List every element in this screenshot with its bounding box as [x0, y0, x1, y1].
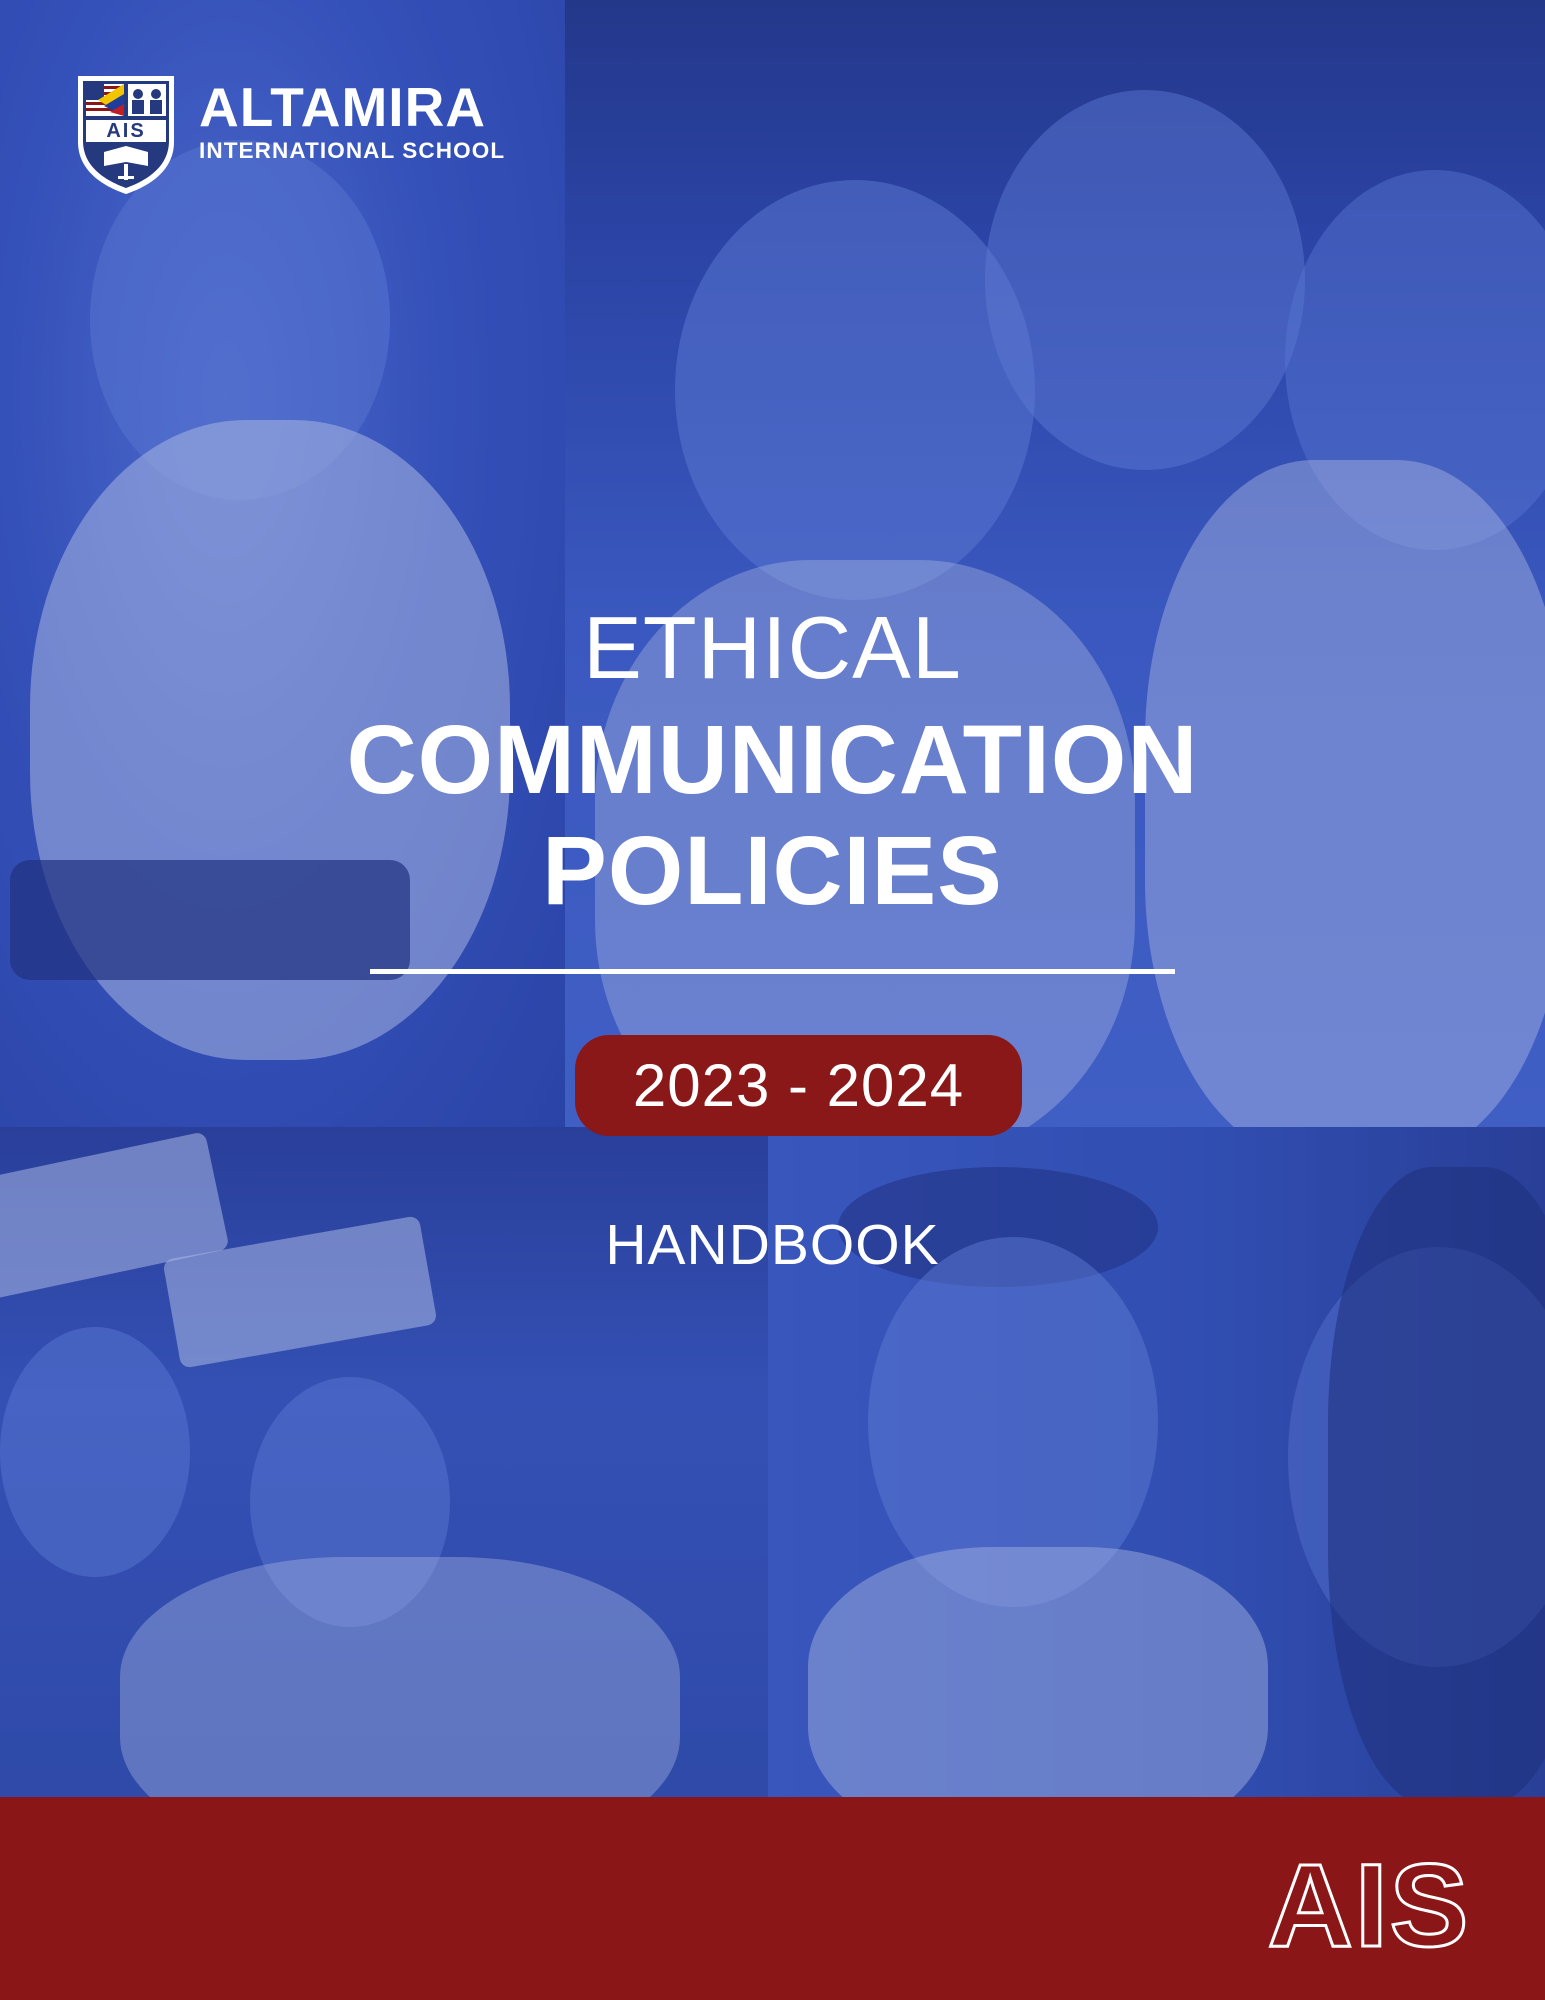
school-logo: AIS ALTAMIRA INTERNATIONAL SCHOOL — [74, 72, 544, 197]
ais-outline-logo: AIS — [1266, 1848, 1471, 1958]
school-year-badge: 2023 - 2024 — [575, 1035, 1022, 1136]
shield-letters: AIS — [106, 120, 146, 142]
school-subtitle: INTERNATIONAL SCHOOL — [199, 138, 506, 163]
school-name: ALTAMIRA — [199, 76, 487, 138]
title-line-2: COMMUNICATION — [346, 705, 1199, 814]
footer-mark: AIS — [1268, 1848, 1471, 1958]
photo-children-group — [565, 0, 1545, 1127]
title-divider — [370, 969, 1175, 974]
handbook-cover: AIS ALTAMIRA INTERNATIONAL SCHOOL ETHICA… — [0, 0, 1545, 2000]
title-line-1: ETHICAL — [583, 598, 962, 697]
title-line-3: POLICIES — [542, 816, 1003, 925]
document-type: HANDBOOK — [605, 1213, 940, 1277]
logo-wordmark: ALTAMIRA INTERNATIONAL SCHOOL — [199, 78, 505, 164]
